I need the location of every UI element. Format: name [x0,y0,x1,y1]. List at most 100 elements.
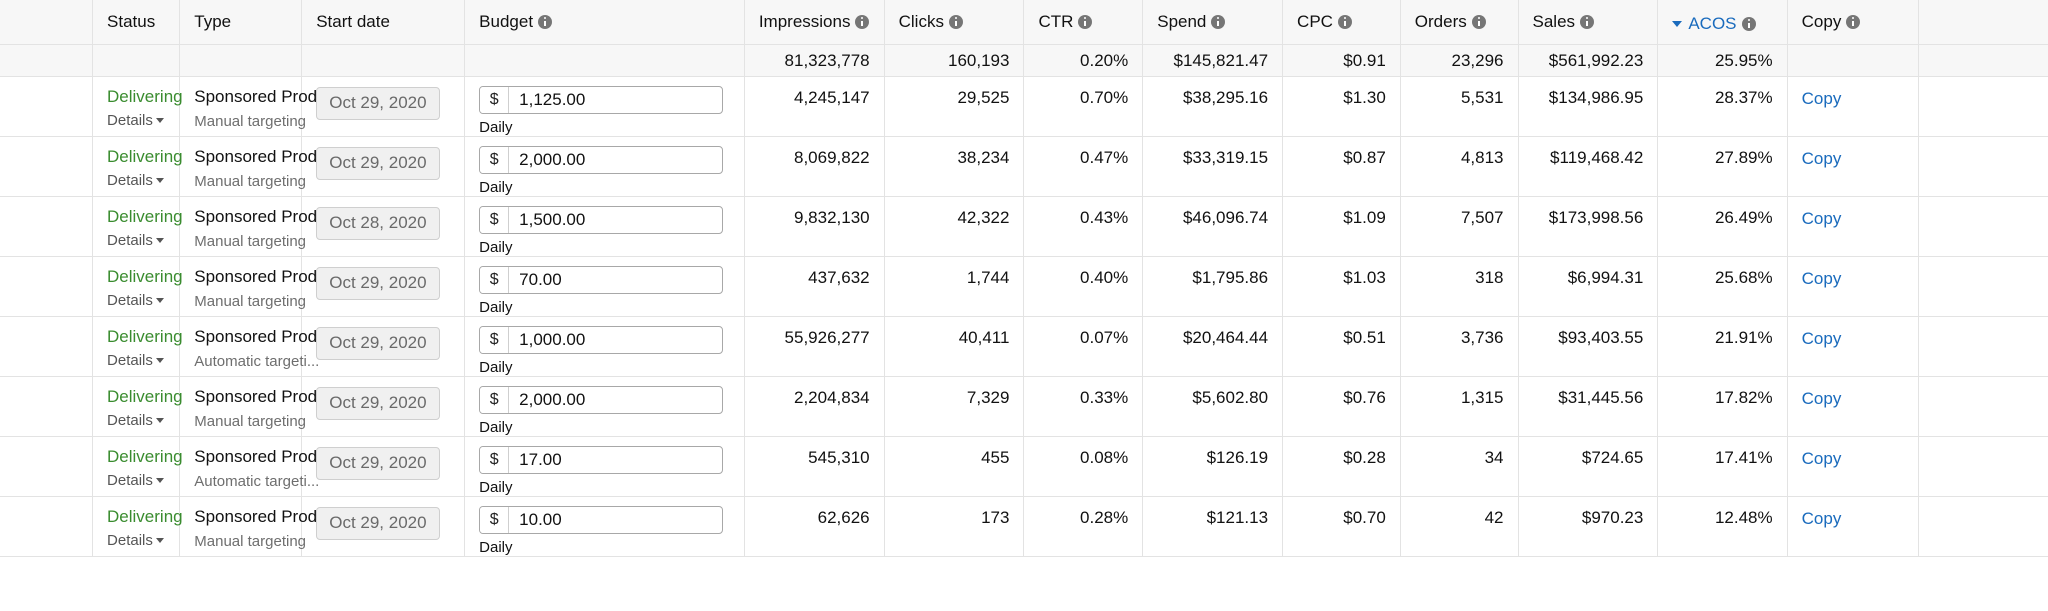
sales-cell: $724.65 [1518,436,1659,497]
column-header-type[interactable]: Type [179,0,303,45]
copy-campaign-link[interactable]: Copy [1802,137,1842,169]
details-toggle[interactable]: Details [107,471,164,490]
impressions-cell: 4,245,147 [744,76,885,137]
start-date-field[interactable]: Oct 29, 2020 [316,327,440,360]
budget-input[interactable] [509,207,723,233]
copy-cell: Copy [1787,136,1920,197]
budget-input[interactable] [509,147,723,173]
status-badge[interactable]: Delivering [107,206,183,228]
budget-input[interactable] [509,87,723,113]
row-end-cell [1918,76,2048,137]
column-header-label: CTR [1038,12,1074,31]
status-stack: Delivering Details [107,497,183,551]
info-icon[interactable] [1211,14,1226,29]
sales-cell: $173,998.56 [1518,196,1659,257]
column-header-budget[interactable]: Budget [464,0,745,45]
info-icon[interactable] [855,14,870,29]
budget-input-group[interactable]: $ [479,386,724,414]
column-header-cpc[interactable]: CPC [1282,0,1401,45]
budget-input-group[interactable]: $ [479,446,724,474]
column-header-spend[interactable]: Spend [1142,0,1284,45]
budget-cell: $ Daily [464,436,745,497]
column-header-status[interactable]: Status [92,0,181,45]
type-stack: Sponsored Prod... Manual targeting [194,257,331,311]
budget-input-group[interactable]: $ [479,326,724,354]
column-header-clicks[interactable]: Clicks [884,0,1025,45]
status-badge[interactable]: Delivering [107,146,183,168]
copy-campaign-link[interactable]: Copy [1802,377,1842,409]
details-toggle[interactable]: Details [107,111,164,130]
details-toggle[interactable]: Details [107,291,164,310]
info-icon[interactable] [1471,14,1486,29]
status-badge[interactable]: Delivering [107,326,183,348]
status-badge[interactable]: Delivering [107,386,183,408]
info-icon[interactable] [538,14,553,29]
budget-input[interactable] [509,327,723,353]
row-end-cell [1918,496,2048,557]
copy-campaign-link[interactable]: Copy [1802,437,1842,469]
budget-input[interactable] [509,267,723,293]
budget-input[interactable] [509,387,723,413]
info-icon[interactable] [1846,14,1861,29]
details-toggle[interactable]: Details [107,531,164,550]
status-badge[interactable]: Delivering [107,506,183,528]
start-date-field[interactable]: Oct 29, 2020 [316,387,440,420]
currency-symbol: $ [480,87,510,113]
impressions-cell: 9,832,130 [744,196,885,257]
budget-period-label: Daily [479,479,513,496]
table-row: Delivering Details Sponsored Prod... Manual… [0,256,2048,317]
status-badge[interactable]: Delivering [107,266,183,288]
budget-input[interactable] [509,507,723,533]
budget-wrapper: $ Daily [479,317,730,376]
orders-cell: 1,315 [1400,376,1519,437]
ctr-cell: 0.43% [1023,196,1144,257]
column-header-impr[interactable]: Impressions [744,0,885,45]
status-badge[interactable]: Delivering [107,446,183,468]
copy-campaign-link[interactable]: Copy [1802,317,1842,349]
budget-input-group[interactable]: $ [479,506,724,534]
details-toggle[interactable]: Details [107,171,164,190]
column-header-acos[interactable]: ACOS [1657,0,1788,45]
start-date-field[interactable]: Oct 29, 2020 [316,507,440,540]
budget-input-group[interactable]: $ [479,206,724,234]
budget-input-group[interactable]: $ [479,146,724,174]
column-header-sales[interactable]: Sales [1518,0,1659,45]
copy-campaign-link[interactable]: Copy [1802,77,1842,109]
details-toggle[interactable]: Details [107,351,164,370]
info-icon[interactable] [1078,14,1093,29]
column-header-content: Type [194,13,231,30]
start-date-field[interactable]: Oct 28, 2020 [316,207,440,240]
info-icon[interactable] [948,14,963,29]
clicks-cell: 7,329 [884,376,1025,437]
start-date-field[interactable]: Oct 29, 2020 [316,267,440,300]
start-date-field[interactable]: Oct 29, 2020 [316,447,440,480]
table-body: Delivering Details Sponsored Prod... Manual… [0,76,2048,557]
budget-input-group[interactable]: $ [479,86,724,114]
type-stack: Sponsored Prod... Manual targeting [194,197,331,251]
copy-campaign-link[interactable]: Copy [1802,257,1842,289]
column-header-label: Impressions [758,12,851,31]
column-header-start[interactable]: Start date [301,0,466,45]
copy-campaign-link[interactable]: Copy [1802,497,1842,529]
campaign-type: Sponsored Prod... [194,147,332,166]
start-date-cell: Oct 29, 2020 [301,376,466,437]
info-icon[interactable] [1580,14,1595,29]
budget-input-group[interactable]: $ [479,266,724,294]
acos-cell: 12.48% [1657,496,1788,557]
budget-wrapper: $ Daily [479,497,730,556]
status-badge[interactable]: Delivering [107,86,183,108]
info-icon[interactable] [1337,14,1352,29]
start-date-field[interactable]: Oct 29, 2020 [316,87,440,120]
type-cell: Sponsored Prod... Manual targeting [179,496,331,557]
details-toggle[interactable]: Details [107,411,164,430]
details-toggle[interactable]: Details [107,231,164,250]
table-row: Delivering Details Sponsored Prod... Automa… [0,436,2048,497]
budget-input[interactable] [509,447,723,473]
column-header-ctr[interactable]: CTR [1023,0,1144,45]
start-date-field[interactable]: Oct 29, 2020 [316,147,440,180]
info-icon[interactable] [1741,16,1756,31]
column-header-copy[interactable]: Copy [1787,0,1920,45]
copy-campaign-link[interactable]: Copy [1802,197,1842,229]
column-header-orders[interactable]: Orders [1400,0,1519,45]
start-date-cell: Oct 29, 2020 [301,136,466,197]
